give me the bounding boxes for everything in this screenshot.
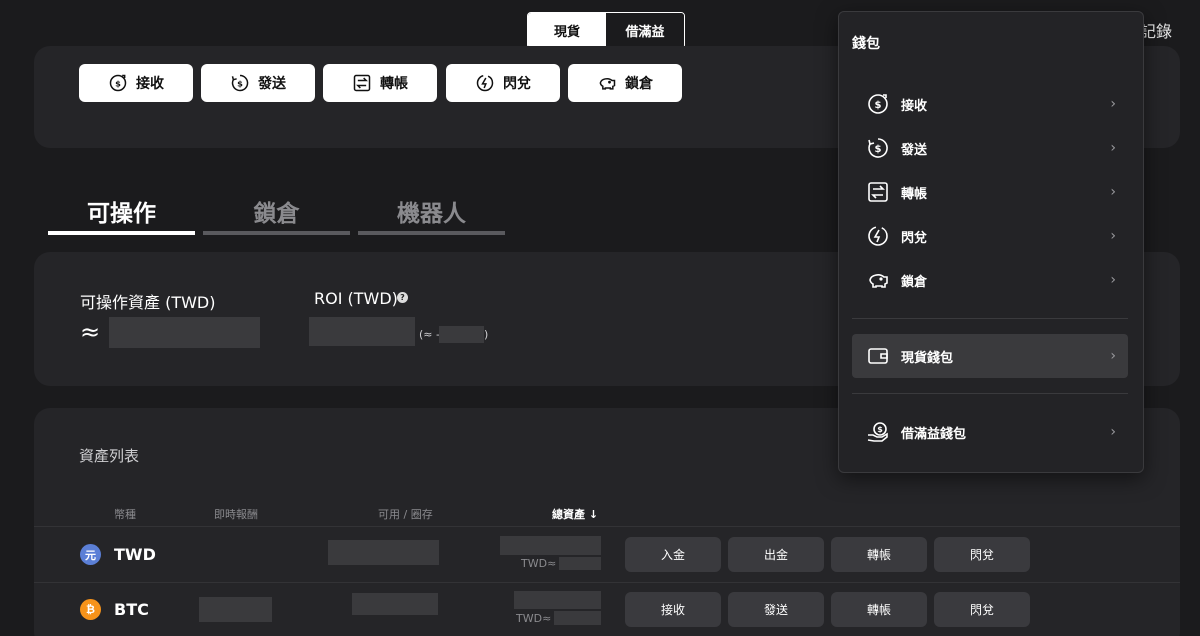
chevron-right-icon: › bbox=[1110, 140, 1116, 156]
send-icon: $ bbox=[868, 138, 888, 158]
piggy-bank-icon bbox=[869, 274, 888, 288]
menu-item-swap[interactable]: 閃兌 › bbox=[852, 214, 1128, 258]
send-icon: $ bbox=[231, 74, 249, 92]
toggle-margin[interactable]: 借滿益 bbox=[606, 13, 684, 48]
asset-list-title: 資產列表 bbox=[79, 447, 140, 465]
wallet-icon bbox=[868, 348, 888, 364]
tab-bots-underline bbox=[358, 231, 505, 235]
menu-item-label: 現貨錢包 bbox=[901, 350, 954, 366]
menu-item-transfer[interactable]: 轉帳 › bbox=[852, 170, 1128, 214]
btc-transfer-button[interactable]: 轉帳 bbox=[831, 592, 927, 627]
send-button[interactable]: $ 發送 bbox=[201, 64, 315, 102]
twd-approx-label: TWD≈ bbox=[521, 557, 557, 570]
btc-approx-masked bbox=[554, 611, 601, 625]
roi-approx-close: ) bbox=[484, 328, 489, 341]
wallet-type-toggle: 現貨 借滿益 bbox=[527, 12, 685, 49]
menu-item-label: 發送 bbox=[901, 142, 928, 158]
twd-deposit-button[interactable]: 入金 bbox=[625, 537, 721, 572]
svg-text:$: $ bbox=[875, 144, 882, 155]
coin-hand-icon: $ bbox=[867, 422, 888, 442]
column-coin: 幣種 bbox=[114, 508, 136, 521]
receive-icon: $ bbox=[868, 94, 888, 114]
twd-transfer-button[interactable]: 轉帳 bbox=[831, 537, 927, 572]
svg-text:$: $ bbox=[875, 100, 882, 111]
chevron-right-icon: › bbox=[1110, 184, 1116, 200]
column-available-frozen: 可用 / 圈存 bbox=[378, 508, 433, 521]
twd-symbol: TWD bbox=[114, 545, 156, 564]
approx-symbol: ≈ bbox=[80, 318, 101, 346]
transfer-icon bbox=[868, 182, 888, 202]
btc-total-masked bbox=[514, 591, 601, 609]
twd-available-masked bbox=[328, 540, 439, 565]
btc-return-masked bbox=[199, 597, 272, 622]
btc-receive-button[interactable]: 接收 bbox=[625, 592, 721, 627]
row-divider bbox=[34, 582, 1180, 583]
tab-operable-underline bbox=[48, 231, 195, 235]
svg-text:$: $ bbox=[237, 78, 243, 88]
swap-icon bbox=[868, 226, 888, 246]
twd-total-masked bbox=[500, 536, 601, 555]
svg-text:$: $ bbox=[877, 425, 883, 434]
piggy-bank-icon bbox=[599, 77, 616, 90]
tab-bots[interactable]: 機器人 bbox=[358, 194, 505, 228]
send-button-label: 發送 bbox=[258, 76, 286, 92]
btc-available-masked bbox=[352, 593, 438, 615]
transfer-icon bbox=[353, 74, 371, 92]
column-total-assets-sort[interactable]: 總資產 ↓ bbox=[552, 506, 598, 522]
chevron-right-icon: › bbox=[1110, 424, 1116, 440]
operable-assets-value-masked bbox=[109, 317, 260, 348]
receive-button[interactable]: $ 接收 bbox=[79, 64, 193, 102]
twd-coin-icon: 元 bbox=[80, 544, 101, 565]
roi-approx-open: (≈ - bbox=[419, 328, 440, 341]
btc-send-button[interactable]: 發送 bbox=[728, 592, 824, 627]
chevron-right-icon: › bbox=[1110, 348, 1116, 364]
menu-item-label: 轉帳 bbox=[901, 186, 928, 202]
roi-label: ROI (TWD) bbox=[314, 289, 398, 308]
btc-symbol: BTC bbox=[114, 600, 149, 619]
roi-value-masked bbox=[309, 317, 415, 346]
lock-button[interactable]: 鎖倉 bbox=[568, 64, 682, 102]
menu-item-label: 借滿益錢包 bbox=[901, 426, 967, 442]
help-icon[interactable]: ? bbox=[397, 292, 408, 303]
btc-approx-label: TWD≈ bbox=[516, 612, 552, 625]
menu-item-margin-wallet[interactable]: $ 借滿益錢包 › bbox=[852, 410, 1128, 454]
tab-locked[interactable]: 鎖倉 bbox=[203, 194, 350, 228]
receive-button-label: 接收 bbox=[136, 76, 164, 92]
twd-withdraw-button[interactable]: 出金 bbox=[728, 537, 824, 572]
roi-percent-masked bbox=[439, 326, 484, 343]
column-realtime-return: 即時報酬 bbox=[214, 508, 258, 521]
menu-divider bbox=[852, 318, 1128, 319]
svg-text:$: $ bbox=[115, 78, 121, 88]
tab-locked-underline bbox=[203, 231, 350, 235]
menu-item-lock[interactable]: 鎖倉 › bbox=[852, 258, 1128, 302]
toggle-spot[interactable]: 現貨 bbox=[528, 13, 606, 48]
chevron-right-icon: › bbox=[1110, 96, 1116, 112]
btc-coin-icon: ₿ bbox=[80, 599, 101, 620]
swap-icon bbox=[476, 74, 494, 92]
history-link[interactable]: 記錄 bbox=[1140, 18, 1172, 42]
transfer-button[interactable]: 轉帳 bbox=[323, 64, 437, 102]
chevron-right-icon: › bbox=[1110, 272, 1116, 288]
menu-item-spot-wallet[interactable]: 現貨錢包 › bbox=[852, 334, 1128, 378]
menu-divider bbox=[852, 393, 1128, 394]
menu-item-receive[interactable]: $ 接收 › bbox=[852, 82, 1128, 126]
wallet-menu-title: 錢包 bbox=[852, 36, 880, 52]
twd-approx-masked bbox=[559, 557, 601, 570]
operable-assets-label: 可操作資產 (TWD) bbox=[80, 293, 216, 312]
menu-item-label: 閃兌 bbox=[901, 230, 928, 246]
chevron-right-icon: › bbox=[1110, 228, 1116, 244]
twd-swap-button[interactable]: 閃兌 bbox=[934, 537, 1030, 572]
menu-item-label: 接收 bbox=[901, 98, 928, 114]
lock-button-label: 鎖倉 bbox=[625, 76, 653, 92]
header-divider bbox=[34, 526, 1180, 527]
swap-button-label: 閃兌 bbox=[503, 76, 531, 92]
tab-operable[interactable]: 可操作 bbox=[48, 194, 195, 228]
receive-icon: $ bbox=[109, 74, 127, 92]
menu-item-send[interactable]: $ 發送 › bbox=[852, 126, 1128, 170]
transfer-button-label: 轉帳 bbox=[380, 76, 408, 92]
swap-button[interactable]: 閃兌 bbox=[446, 64, 560, 102]
btc-swap-button[interactable]: 閃兌 bbox=[934, 592, 1030, 627]
menu-item-label: 鎖倉 bbox=[901, 274, 928, 290]
